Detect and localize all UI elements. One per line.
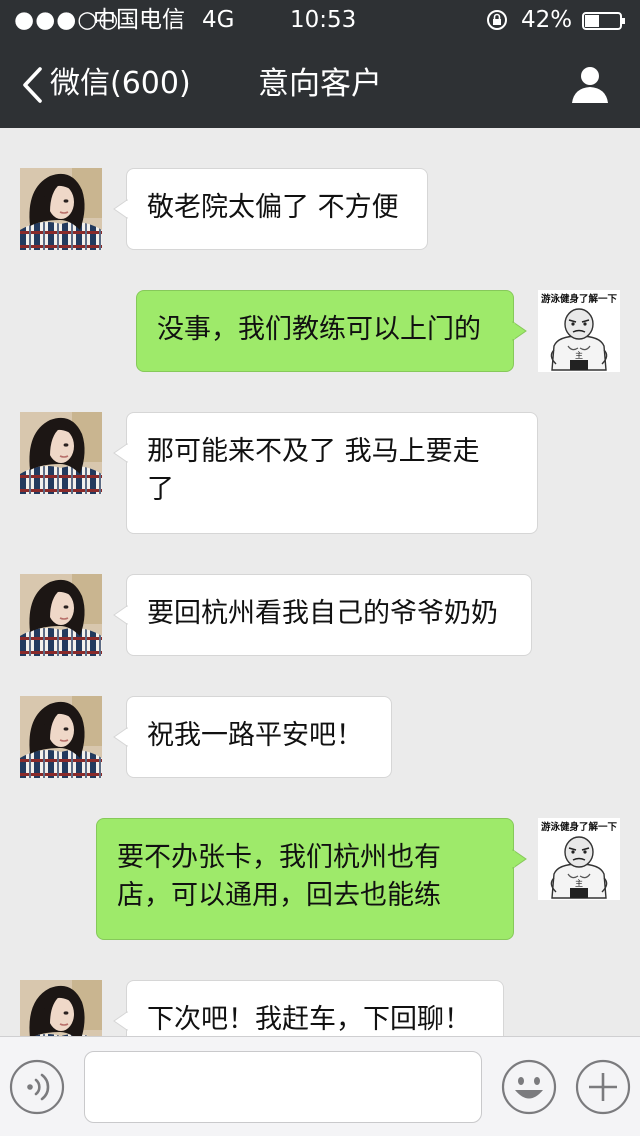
incoming-message-bubble[interactable]: 敬老院太偏了 不方便 <box>126 168 428 250</box>
network-type: 4G <box>202 7 235 33</box>
input-toolbar <box>0 1036 640 1136</box>
emoji-icon[interactable] <box>501 1059 557 1115</box>
avatar-caption: 游泳健身了解一下 <box>541 293 618 305</box>
message-row: 要回杭州看我自己的爷爷奶奶 <box>0 574 640 656</box>
rotation-lock-icon <box>487 10 507 30</box>
incoming-message-bubble[interactable]: 要回杭州看我自己的爷爷奶奶 <box>126 574 532 656</box>
battery-icon <box>582 12 625 30</box>
bubble-tail <box>113 727 130 747</box>
carrier-name: 中国电信 <box>93 7 185 33</box>
message-row: 下次吧！我赶车，下回聊！ <box>0 980 640 1036</box>
outgoing-message-bubble[interactable]: 没事，我们教练可以上门的 <box>136 290 514 372</box>
contact-avatar[interactable] <box>20 168 102 250</box>
plus-icon[interactable] <box>575 1059 631 1115</box>
contact-avatar[interactable] <box>20 574 102 656</box>
svg-text:主: 主 <box>575 878 583 888</box>
incoming-message-bubble[interactable]: 祝我一路平安吧！ <box>126 696 392 778</box>
profile-icon[interactable] <box>570 64 610 104</box>
message-row: 那可能来不及了 我马上要走 了 <box>0 412 640 534</box>
navigation-bar: 微信(600) 意向客户 <box>0 40 640 128</box>
message-input[interactable] <box>84 1051 482 1123</box>
page-title: 意向客户 <box>258 66 382 102</box>
my-avatar[interactable]: 主游泳健身了解一下 <box>538 818 620 900</box>
outgoing-message-bubble[interactable]: 要不办张卡，我们杭州也有 店，可以通用，回去也能练 <box>96 818 514 940</box>
contact-avatar[interactable] <box>20 980 102 1036</box>
top-bar: ●●●○○ 中国电信 4G 10:53 42% 微信(600) 意向客户 <box>0 0 640 128</box>
bubble-tail <box>113 199 130 219</box>
message-row: 主 游泳健身了解一下 要不办张卡，我们杭州也有 店，可以通用，回去也能练 <box>0 818 640 940</box>
avatar-caption: 游泳健身了解一下 <box>541 821 618 833</box>
incoming-message-bubble[interactable]: 下次吧！我赶车，下回聊！ <box>126 980 504 1036</box>
bubble-tail <box>113 605 130 625</box>
bubble-tail <box>113 443 130 463</box>
status-bar: ●●●○○ 中国电信 4G 10:53 42% <box>0 0 640 40</box>
contact-avatar[interactable] <box>20 696 102 778</box>
incoming-message-bubble[interactable]: 那可能来不及了 我马上要走 了 <box>126 412 538 534</box>
bubble-tail <box>511 849 527 869</box>
my-avatar[interactable]: 主游泳健身了解一下 <box>538 290 620 372</box>
battery-percent: 42% <box>521 7 573 33</box>
bubble-tail <box>511 321 527 341</box>
message-row: 主 游泳健身了解一下 没事，我们教练可以上门的 <box>0 290 640 372</box>
message-row: 祝我一路平安吧！ <box>0 696 640 778</box>
message-list[interactable]: 敬老院太偏了 不方便主游泳健身了解一下 没事，我们教练可以上门的 那可能来不及了 我… <box>0 128 640 1036</box>
contact-avatar[interactable] <box>20 412 102 494</box>
chat-screen: ●●●○○ 中国电信 4G 10:53 42% 微信(600) 意向客户 敬老院… <box>0 0 640 1136</box>
bubble-tail <box>113 1011 130 1031</box>
svg-text:主: 主 <box>575 350 583 360</box>
message-row: 敬老院太偏了 不方便 <box>0 168 640 250</box>
status-time: 10:53 <box>290 7 357 33</box>
voice-icon[interactable] <box>9 1059 65 1115</box>
